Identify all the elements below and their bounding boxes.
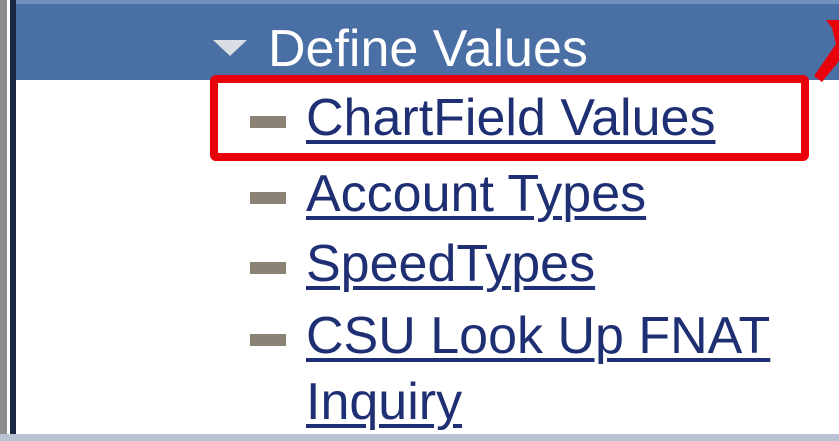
red-arrow-icon [814,20,839,82]
menu-item-label[interactable]: SpeedTypes [306,234,595,294]
dash-bullet-icon [250,192,286,204]
highlight-box [210,75,809,161]
dash-bullet-icon [250,262,286,274]
menu-item-speedtypes[interactable]: SpeedTypes [0,228,839,304]
collapse-triangle-icon[interactable] [213,40,247,56]
menu-item-label[interactable]: Account Types [306,164,646,224]
section-title[interactable]: Define Values [268,18,588,80]
menu-item-csu-look-up-fnat-inquiry[interactable]: CSU Look Up FNAT Inquiry [0,298,839,438]
frame-bottom-border [0,434,839,441]
section-header[interactable]: Define Values [16,0,839,80]
menu-item-label-line2[interactable]: Inquiry [306,372,462,432]
dash-bullet-icon [250,334,286,346]
menu-item-label-line1[interactable]: CSU Look Up FNAT [306,306,770,366]
menu-item-account-types[interactable]: Account Types [0,158,839,234]
